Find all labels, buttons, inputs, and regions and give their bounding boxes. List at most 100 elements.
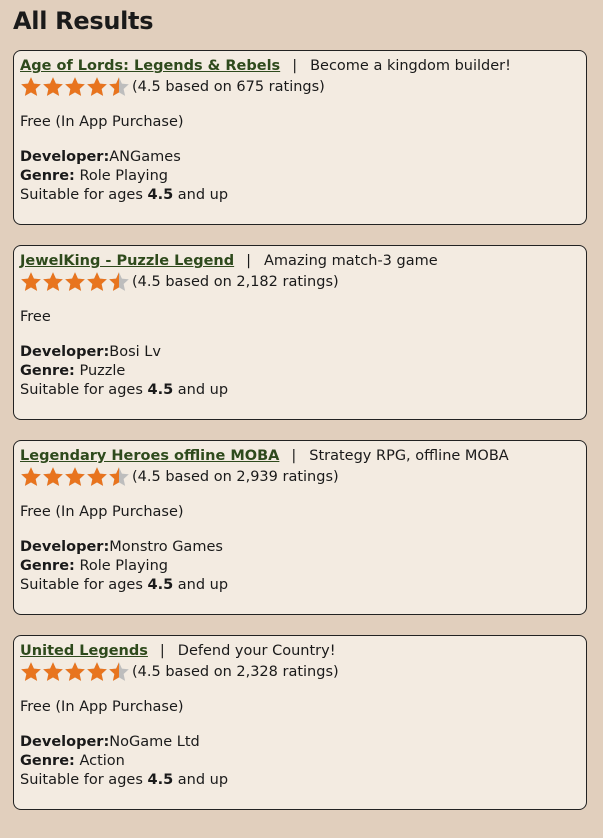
- title-separator: |: [159, 643, 165, 659]
- rating-summary: (4.5 based on 2,182 ratings): [132, 273, 339, 290]
- star-rating: [20, 271, 130, 293]
- app-title-link[interactable]: Legendary Heroes offline MOBA: [20, 448, 279, 464]
- genre-row: Genre: Role Playing: [20, 557, 580, 576]
- star-icon: [87, 662, 107, 681]
- page-title: All Results: [13, 7, 154, 35]
- price-label: Free: [20, 309, 51, 325]
- star-rating: [20, 466, 130, 488]
- star-icon: [109, 662, 129, 681]
- app-tagline: Strategy RPG, offline MOBA: [309, 448, 509, 464]
- card-header: Age of Lords: Legends & Rebels | Become a …: [20, 57, 580, 76]
- age-row: Suitable for ages 4.5 and up: [20, 186, 580, 205]
- result-card: Legendary Heroes offline MOBA | Strategy R…: [13, 440, 587, 615]
- star-icon: [65, 272, 85, 291]
- genre-value: Puzzle: [79, 363, 126, 379]
- rating-summary: (4.5 based on 2,939 ratings): [132, 468, 339, 485]
- genre-value: Role Playing: [79, 168, 168, 184]
- star-icon: [43, 77, 63, 96]
- star-icon: [43, 467, 63, 486]
- age-prefix: Suitable for ages: [20, 577, 148, 593]
- genre-row: Genre: Role Playing: [20, 167, 580, 186]
- developer-row: Developer:NoGame Ltd: [20, 733, 580, 752]
- genre-value: Role Playing: [79, 558, 168, 574]
- star-icon: [109, 77, 129, 96]
- genre-row: Genre: Action: [20, 752, 580, 771]
- star-icon: [65, 467, 85, 486]
- results-page: All Results Age of Lords: Legends & Rebe…: [0, 0, 603, 838]
- developer-value: Monstro Games: [109, 539, 223, 555]
- age-row: Suitable for ages 4.5 and up: [20, 771, 580, 790]
- app-tagline: Become a kingdom builder!: [310, 58, 511, 74]
- genre-label: Genre:: [20, 168, 75, 184]
- star-icon: [21, 662, 41, 681]
- app-tagline: Amazing match-3 game: [264, 253, 438, 269]
- rating-summary: (4.5 based on 675 ratings): [132, 78, 325, 95]
- age-suffix: and up: [173, 187, 229, 203]
- rating-row: (4.5 based on 2,328 ratings): [20, 661, 580, 683]
- app-tagline: Defend your Country!: [177, 643, 336, 659]
- star-icon: [87, 467, 107, 486]
- result-card: United Legends | Defend your Country! (4.5…: [13, 635, 587, 810]
- developer-value: NoGame Ltd: [109, 734, 200, 750]
- app-title-link[interactable]: United Legends: [20, 643, 148, 659]
- developer-row: Developer:ANGames: [20, 148, 580, 167]
- star-icon: [65, 662, 85, 681]
- rating-row: (4.5 based on 2,939 ratings): [20, 466, 580, 488]
- developer-label: Developer:: [20, 734, 110, 750]
- genre-label: Genre:: [20, 363, 75, 379]
- developer-value: ANGames: [109, 149, 181, 165]
- developer-row: Developer:Bosi Lv: [20, 343, 580, 362]
- price-label: Free (In App Purchase): [20, 504, 184, 520]
- age-prefix: Suitable for ages: [20, 772, 148, 788]
- age-value: 4.5: [147, 577, 174, 593]
- age-prefix: Suitable for ages: [20, 382, 148, 398]
- star-icon: [21, 467, 41, 486]
- star-icon: [65, 77, 85, 96]
- star-icon: [87, 272, 107, 291]
- results-list: Age of Lords: Legends & Rebels | Become a …: [13, 50, 587, 810]
- star-icon: [21, 272, 41, 291]
- age-value: 4.5: [147, 187, 174, 203]
- genre-row: Genre: Puzzle: [20, 362, 580, 381]
- result-card: Age of Lords: Legends & Rebels | Become a …: [13, 50, 587, 225]
- age-value: 4.5: [147, 382, 174, 398]
- developer-row: Developer:Monstro Games: [20, 538, 580, 557]
- price-label: Free (In App Purchase): [20, 699, 184, 715]
- age-suffix: and up: [173, 772, 229, 788]
- card-header: Legendary Heroes offline MOBA | Strategy R…: [20, 447, 580, 466]
- app-details: Developer:ANGames Genre: Role Playing Su…: [20, 148, 580, 205]
- genre-value: Action: [79, 753, 125, 769]
- app-details: Developer:Bosi Lv Genre: Puzzle Suitable…: [20, 343, 580, 400]
- app-title-link[interactable]: JewelKing - Puzzle Legend: [20, 253, 234, 269]
- age-suffix: and up: [173, 577, 229, 593]
- star-icon: [43, 272, 63, 291]
- star-rating: [20, 661, 130, 683]
- star-icon: [87, 77, 107, 96]
- star-icon: [21, 77, 41, 96]
- genre-label: Genre:: [20, 753, 75, 769]
- developer-label: Developer:: [20, 539, 110, 555]
- app-details: Developer:Monstro Games Genre: Role Play…: [20, 538, 580, 595]
- price-label: Free (In App Purchase): [20, 114, 184, 130]
- title-separator: |: [292, 58, 298, 74]
- star-icon: [109, 272, 129, 291]
- age-row: Suitable for ages 4.5 and up: [20, 381, 580, 400]
- result-card: JewelKing - Puzzle Legend | Amazing match-…: [13, 245, 587, 420]
- rating-row: (4.5 based on 2,182 ratings): [20, 271, 580, 293]
- developer-label: Developer:: [20, 344, 110, 360]
- developer-label: Developer:: [20, 149, 110, 165]
- app-details: Developer:NoGame Ltd Genre: Action Suita…: [20, 733, 580, 790]
- star-icon: [43, 662, 63, 681]
- star-rating: [20, 76, 130, 98]
- card-header: JewelKing - Puzzle Legend | Amazing match-…: [20, 252, 580, 271]
- genre-label: Genre:: [20, 558, 75, 574]
- app-title-link[interactable]: Age of Lords: Legends & Rebels: [20, 58, 280, 74]
- age-suffix: and up: [173, 382, 229, 398]
- developer-value: Bosi Lv: [109, 344, 161, 360]
- title-separator: |: [246, 253, 252, 269]
- rating-row: (4.5 based on 675 ratings): [20, 76, 580, 98]
- card-header: United Legends | Defend your Country!: [20, 642, 580, 661]
- star-icon: [109, 467, 129, 486]
- rating-summary: (4.5 based on 2,328 ratings): [132, 663, 339, 680]
- age-row: Suitable for ages 4.5 and up: [20, 576, 580, 595]
